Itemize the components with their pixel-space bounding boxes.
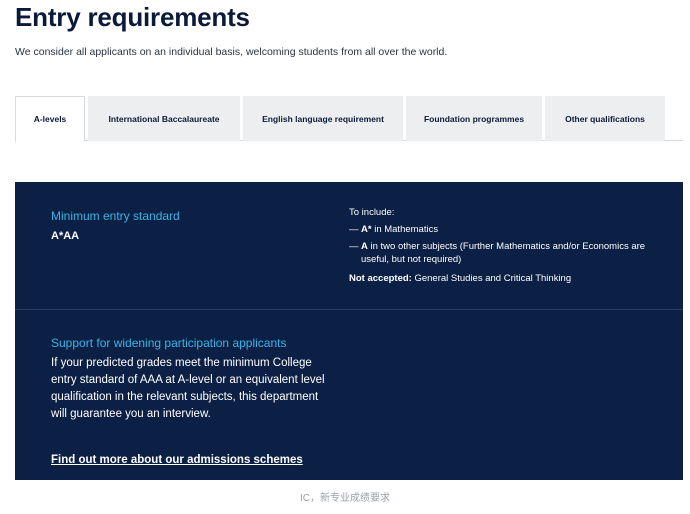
page-title: Entry requirements <box>15 2 250 32</box>
dash-icon: — <box>349 224 359 235</box>
not-accepted-text: General Studies and Critical Thinking <box>411 273 572 284</box>
tab-bar: A-levels International Baccalaureate Eng… <box>15 96 683 142</box>
tab-a-levels[interactable]: A-levels <box>15 96 85 142</box>
tab-foundation-programmes[interactable]: Foundation programmes <box>406 96 542 141</box>
minimum-entry-row: Minimum entry standard A*AA To include: … <box>15 182 683 310</box>
widening-participation-body: If your predicted grades meet the minimu… <box>51 357 325 420</box>
include-item-grade: A <box>361 241 368 252</box>
minimum-entry-heading: Minimum entry standard <box>51 209 180 223</box>
tab-other-qualifications[interactable]: Other qualifications <box>545 96 665 141</box>
include-item-text: in Mathematics <box>371 224 439 235</box>
include-item-text: in two other subjects (Further Mathemati… <box>361 241 646 265</box>
intro-text: We consider all applicants on an individ… <box>15 46 448 58</box>
tab-english-language-requirement[interactable]: English language requirement <box>243 96 403 141</box>
image-caption: IC，新专业成绩要求 <box>300 493 390 504</box>
include-item: — A in two other subjects (Further Mathem… <box>349 240 669 266</box>
include-item: — A* in Mathematics <box>349 223 669 236</box>
include-title: To include: <box>349 207 395 218</box>
tab-international-baccalaureate[interactable]: International Baccalaureate <box>88 96 240 141</box>
not-accepted-label: Not accepted: <box>349 273 412 284</box>
widening-participation-heading: Support for widening participation appli… <box>51 336 287 350</box>
not-accepted-note: Not accepted: General Studies and Critic… <box>349 273 571 284</box>
minimum-entry-grades: A*AA <box>51 230 80 242</box>
dash-icon: — <box>349 241 359 252</box>
include-list: — A* in Mathematics — A in two other subje… <box>349 223 669 270</box>
requirements-panel: Minimum entry standard A*AA To include: … <box>15 182 683 480</box>
admissions-schemes-link[interactable]: Find out more about our admissions schem… <box>51 454 303 466</box>
include-item-grade: A* <box>361 224 372 235</box>
